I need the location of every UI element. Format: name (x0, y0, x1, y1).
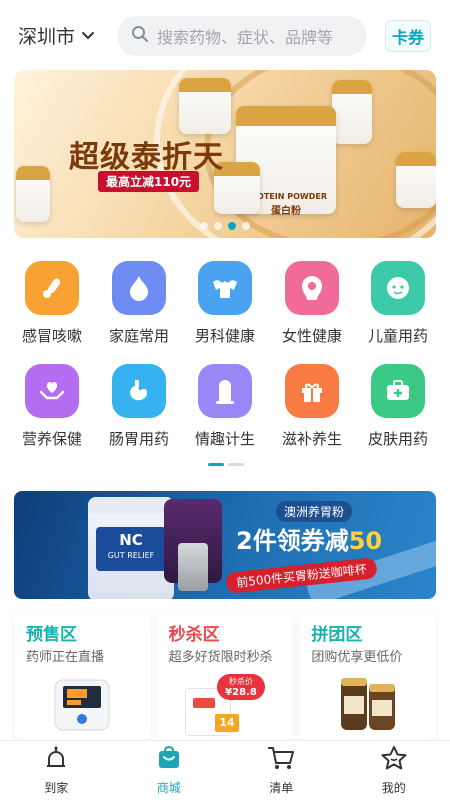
product-image (179, 78, 231, 134)
banner-badge: 最高立减110元 (98, 171, 200, 192)
product-image: NC GUT RELIEF (88, 497, 174, 599)
tab-label: 商城 (156, 781, 181, 795)
hero-banner[interactable]: PROTEIN POWDER 蛋白粉 超级泰折天 最高立减110元 (14, 70, 436, 238)
category-item[interactable]: 营养保健 (9, 364, 95, 464)
chevron-down-icon (81, 29, 95, 45)
tab-label: 我的 (381, 781, 406, 795)
shopping-bag-icon (156, 745, 182, 775)
cart-icon (267, 745, 295, 775)
medicine-box-image: 14 秒杀价 ¥28.8 (185, 674, 265, 736)
zone-cards: 预售区 药师正在直播 秒杀区 超多好货限时秒杀 14 秒杀价 ¥28.8 拼团区 (14, 612, 437, 740)
thermometer-icon (25, 261, 79, 315)
zone-title: 秒杀区 (168, 625, 220, 645)
muscle-icon (198, 261, 252, 315)
flash-price: ¥28.8 (225, 687, 257, 698)
product-image (16, 166, 50, 222)
blood-pressure-monitor-image (51, 674, 113, 738)
product-image (178, 543, 208, 591)
flash-price-tag: 秒杀价 (229, 677, 253, 686)
carousel-dot (242, 222, 250, 230)
tab-mine[interactable]: 我的 (338, 741, 450, 800)
promo-headline-number: 50 (348, 527, 383, 555)
category-item[interactable]: 家庭常用 (96, 261, 182, 361)
tab-mall[interactable]: 商城 (113, 741, 226, 800)
supplement-bottles-image (335, 674, 401, 738)
star-face-icon (380, 745, 408, 775)
category-label: 皮肤用药 (367, 430, 428, 448)
tab-cart[interactable]: 清单 (225, 741, 338, 800)
zone-title: 预售区 (26, 625, 77, 645)
search-placeholder: 搜索药物、症状、品牌等 (157, 28, 334, 47)
bottom-tab-bar: 到家 商城 清单 我的 (0, 740, 450, 800)
category-item[interactable]: 情趣计生 (182, 364, 268, 464)
product-image (332, 80, 372, 144)
flame-icon (112, 261, 166, 315)
gift-icon (285, 364, 339, 418)
category-item[interactable]: 女性健康 (269, 261, 355, 361)
carousel-indicator (14, 222, 436, 230)
banner-title: 超级泰折天 (69, 140, 224, 175)
zone-desc: 超多好货限时秒杀 (168, 650, 273, 665)
category-item[interactable]: 感冒咳嗽 (9, 261, 95, 361)
category-label: 女性健康 (281, 327, 342, 345)
category-item[interactable]: 滋补养生 (269, 364, 355, 464)
home-bell-icon (43, 745, 69, 775)
category-pager (208, 463, 244, 466)
category-label: 情趣计生 (194, 430, 255, 448)
product-image (396, 152, 436, 208)
zone-desc: 团购优享更低价 (311, 650, 403, 665)
promo-tag: 澳洲养胃粉 (276, 501, 353, 522)
condom-icon (198, 364, 252, 418)
jar-name: GUT RELIEF (107, 551, 155, 560)
hand-heart-icon (25, 364, 79, 418)
promo-headline-text: 2件领券减 (236, 527, 349, 555)
tab-home[interactable]: 到家 (0, 741, 113, 800)
search-icon (131, 25, 149, 47)
category-item[interactable]: 肠胃用药 (96, 364, 182, 464)
zone-title: 拼团区 (311, 625, 363, 645)
carousel-dot (200, 222, 208, 230)
zone-card-flashsale[interactable]: 秒杀区 超多好货限时秒杀 14 秒杀价 ¥28.8 (156, 612, 294, 740)
jar-brand: NC (119, 531, 143, 549)
pager-dot-active (208, 463, 224, 466)
tab-label: 清单 (269, 781, 294, 795)
coupon-button[interactable]: 卡券 (385, 20, 431, 52)
tab-label: 到家 (44, 781, 69, 795)
category-label: 营养保健 (21, 430, 82, 448)
zone-card-presale[interactable]: 预售区 药师正在直播 (14, 612, 151, 740)
city-selector[interactable]: 深圳市 (18, 22, 95, 49)
promo-banner[interactable]: NC GUT RELIEF 澳洲养胃粉 2件领券减50 前500件买胃粉送咖啡杯 (14, 491, 436, 599)
category-label: 儿童用药 (367, 327, 428, 345)
medical-kit-icon (371, 364, 425, 418)
category-label: 男科健康 (194, 327, 255, 345)
woman-icon (285, 261, 339, 315)
search-input[interactable]: 搜索药物、症状、品牌等 (117, 16, 367, 56)
header: 深圳市 搜索药物、症状、品牌等 卡券 (0, 0, 450, 70)
category-label: 滋补养生 (281, 430, 342, 448)
carousel-dot-active (228, 222, 236, 230)
promo-headline: 2件领券减50 (236, 521, 382, 556)
category-item[interactable]: 男科健康 (182, 261, 268, 361)
category-item[interactable]: 儿童用药 (355, 261, 441, 361)
zone-desc: 药师正在直播 (26, 650, 105, 665)
pager-dot (228, 463, 244, 466)
carousel-dot (214, 222, 222, 230)
stomach-icon (112, 364, 166, 418)
category-label: 肠胃用药 (108, 430, 169, 448)
category-label: 家庭常用 (108, 327, 169, 345)
baby-face-icon (371, 261, 425, 315)
category-item[interactable]: 皮肤用药 (355, 364, 441, 464)
city-label: 深圳市 (18, 26, 76, 48)
category-label: 感冒咳嗽 (21, 327, 82, 345)
zone-card-groupbuy[interactable]: 拼团区 团购优享更低价 (299, 612, 437, 740)
